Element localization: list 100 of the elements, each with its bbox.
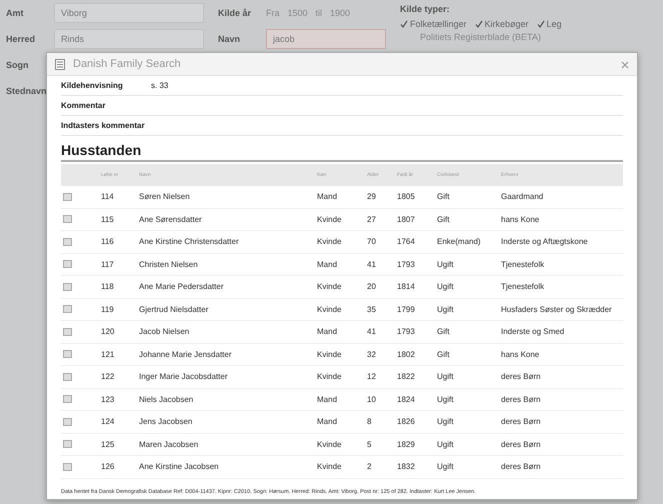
table-cell: 27 [365, 208, 395, 231]
table-cell: Gift [435, 186, 499, 208]
select-field[interactable]: Viborg [54, 3, 204, 23]
year-field[interactable]: 1500 [288, 8, 308, 18]
document-icon[interactable] [63, 192, 72, 201]
table-cell: Inderste og Smed [499, 321, 623, 344]
name-field[interactable]: jacob [266, 29, 386, 49]
table-cell: 10 [365, 388, 395, 411]
table-cell: Mand [315, 186, 365, 208]
table-cell: 5 [365, 434, 395, 456]
document-icon[interactable] [63, 305, 72, 314]
field-label: Stednavn [6, 86, 46, 96]
table-cell: hans Kone [499, 208, 623, 231]
table-cell: 1764 [395, 231, 435, 254]
checkmark-icon[interactable] [400, 20, 408, 28]
checkmark-icon[interactable] [536, 20, 545, 28]
table-cell: Mand [315, 254, 365, 276]
table-cell: 41 [365, 321, 395, 344]
table-cell: Ane Marie Pedersdatter [137, 276, 315, 298]
info-label: Indtasters kommentar [61, 121, 146, 130]
document-icon[interactable] [63, 282, 72, 291]
table-cell: Kvinde [315, 344, 365, 366]
table-cell: Ugift [435, 411, 499, 434]
table-cell: hans Kone [499, 344, 623, 366]
field-label: Sogn [6, 60, 30, 70]
field-label: Amt [6, 8, 24, 18]
table-cell: Kvinde [315, 298, 365, 321]
table-cell: Gjertrud Nielsdatter [137, 298, 315, 321]
table-cell: 1824 [395, 388, 435, 411]
table-cell: Kvinde [315, 231, 365, 254]
info-label: Kildehenvisning [61, 81, 124, 90]
table-cell: Inger Marie Jacobsdatter [137, 366, 315, 388]
table-cell: 119 [99, 298, 137, 321]
extra-source-option[interactable]: Politiets Registerblade (BETA) [400, 32, 562, 42]
source-types-label: Kilde typer: [400, 4, 450, 14]
source-type-label: Leg [546, 18, 562, 28]
document-icon[interactable] [63, 350, 72, 358]
table-cell: 116 [99, 231, 137, 254]
table-cell: 29 [365, 186, 395, 208]
table-cell: Ane Kirstine Jacobsen [137, 456, 315, 478]
field-label: Navn [218, 34, 242, 44]
document-icon[interactable] [63, 260, 72, 268]
table-cell: Ugift [435, 276, 499, 298]
document-icon[interactable] [63, 238, 72, 246]
table-cell: Mand [315, 411, 365, 434]
table-cell: Enke(mand) [435, 231, 499, 254]
table-cell: Jacob Nielsen [137, 321, 315, 344]
table-cell: 1829 [395, 434, 435, 456]
table-cell: Ugift [435, 298, 499, 321]
section-title: Husstanden [61, 142, 623, 162]
document-icon[interactable] [63, 395, 72, 404]
document-icon[interactable] [63, 462, 72, 471]
table-cell: Christen Nielsen [137, 254, 315, 276]
table-cell: 12 [365, 366, 395, 388]
checkmark-icon[interactable] [474, 20, 483, 28]
field-label: Kilde år [218, 8, 252, 18]
table-cell: 126 [99, 456, 137, 478]
table-cell: Kvinde [315, 208, 365, 231]
table-cell: Ugift [435, 388, 499, 411]
info-value: s. 33 [151, 81, 168, 90]
table-cell: 123 [99, 388, 137, 411]
document-icon[interactable] [63, 215, 72, 224]
table-cell: Kvinde [315, 366, 365, 388]
table-cell: 121 [99, 344, 137, 366]
table-cell: Mand [315, 321, 365, 344]
table-cell: deres Børn [499, 366, 623, 388]
table-cell: 1814 [395, 276, 435, 298]
select-field[interactable]: Rinds [54, 29, 204, 49]
table-cell: 1793 [395, 254, 435, 276]
table-cell: Ugift [435, 434, 499, 456]
table-cell: Søren Nielsen [137, 186, 315, 208]
document-icon[interactable] [63, 372, 72, 381]
table-cell: 115 [99, 208, 137, 231]
table-cell: deres Børn [499, 411, 623, 434]
table-cell: deres Børn [499, 388, 623, 411]
table-cell: 122 [99, 366, 137, 388]
table-cell: Ugift [435, 366, 499, 388]
table-cell: 70 [365, 231, 395, 254]
table-cell: Inderste og Aftægtskone [499, 231, 623, 254]
table-cell: 1805 [395, 186, 435, 208]
table-cell: Kvinde [315, 276, 365, 298]
table-cell: 1802 [395, 344, 435, 366]
table-cell: Kvinde [315, 434, 365, 456]
from-label: Fra [266, 8, 280, 18]
table-cell: 32 [365, 344, 395, 366]
table-cell: 8 [365, 411, 395, 434]
table-cell: Jens Jacobsen [137, 411, 315, 434]
table-cell: 1807 [395, 208, 435, 231]
table-cell: Ugift [435, 456, 499, 478]
table-cell: Ane Kirstine Christensdatter [137, 231, 315, 254]
table-cell: Johanne Marie Jensdatter [137, 344, 315, 366]
source-type-label: Kirkebøger [484, 18, 529, 28]
document-icon[interactable] [63, 418, 72, 426]
document-icon[interactable] [63, 328, 72, 336]
table-cell: deres Børn [499, 434, 623, 456]
source-type-label: Folketællinger [410, 18, 467, 28]
info-label: Kommentar [61, 101, 106, 110]
table-cell: 2 [365, 456, 395, 478]
year-field[interactable]: 1900 [330, 8, 350, 18]
document-icon[interactable] [63, 440, 72, 448]
